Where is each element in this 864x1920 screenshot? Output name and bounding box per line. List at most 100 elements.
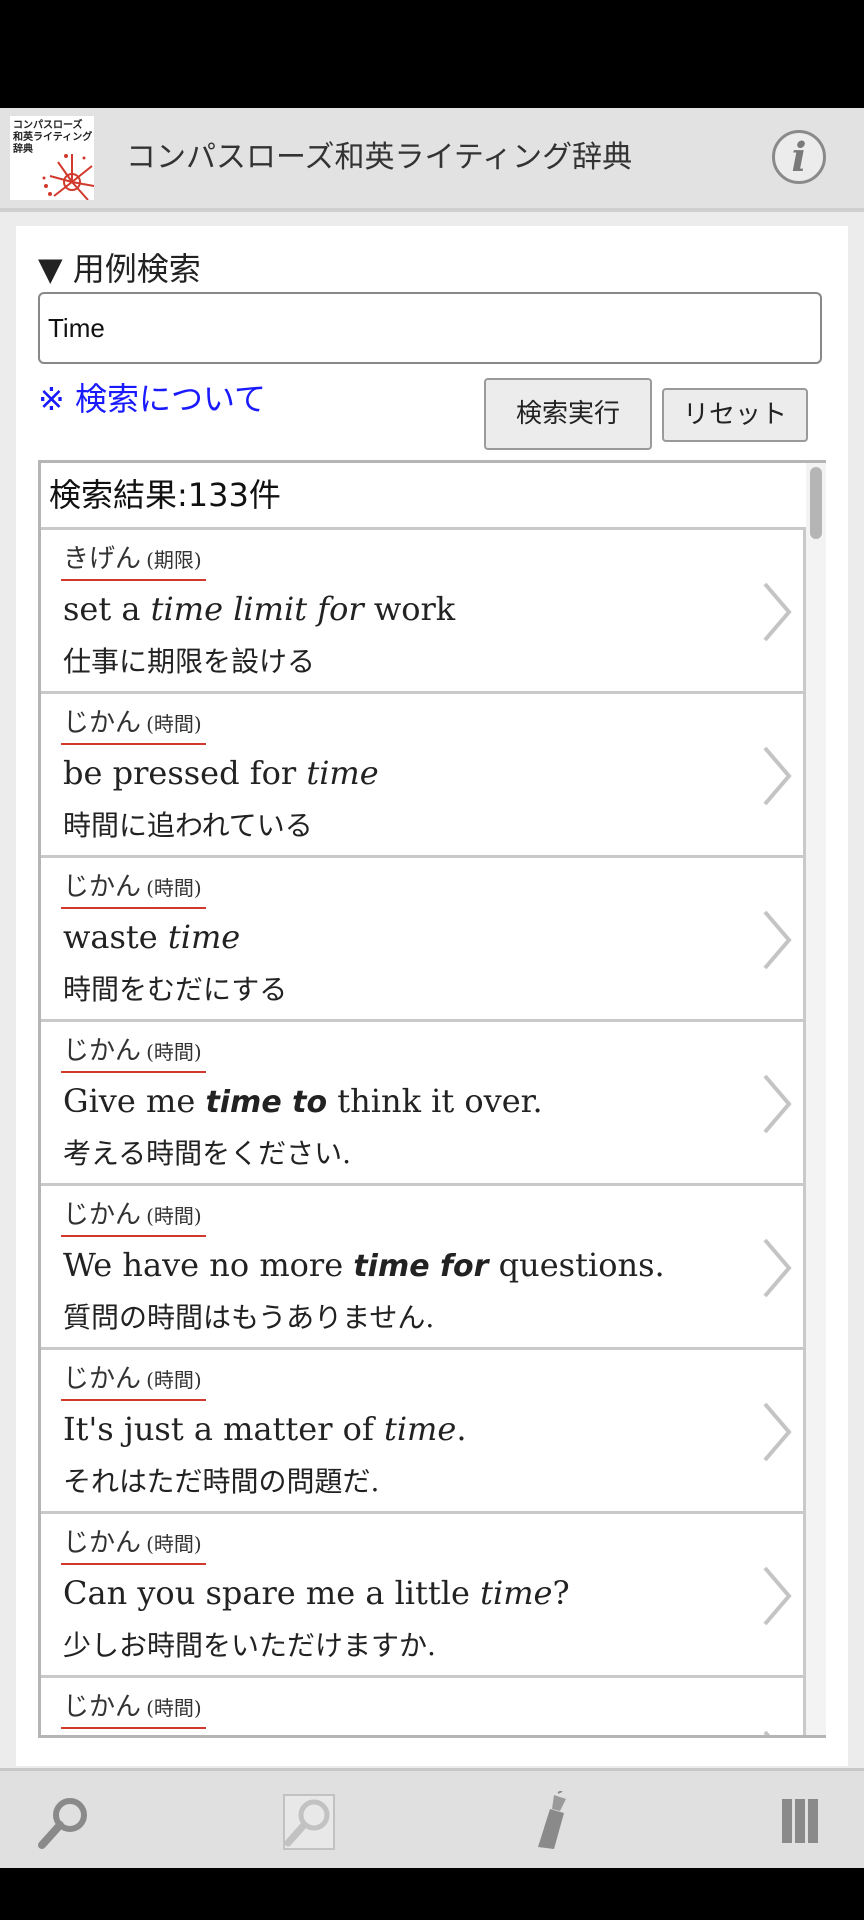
keyword-highlight: time <box>306 754 379 792</box>
section-title: ▼ 用例検索 <box>38 250 201 288</box>
item-reading: じかん (時間) <box>61 1194 206 1237</box>
result-item[interactable]: じかん (時間) be pressed for time 時間に追われている <box>41 694 806 858</box>
reading-kana: じかん <box>63 1364 142 1394</box>
example-english: Can you spare me a little time? <box>63 1574 570 1612</box>
search-icon <box>38 1798 87 1849</box>
example-text: ? <box>552 1574 570 1612</box>
result-item[interactable]: きげん (期限) set a time limit for work 仕事に期限を設… <box>41 530 806 694</box>
example-japanese: 仕事に期限を設ける <box>63 645 316 678</box>
example-text: We have no more <box>63 1246 354 1284</box>
item-reading: じかん (時間) <box>61 702 206 745</box>
result-item[interactable]: じかん (時間) Can you spare me a little time? 少… <box>41 1514 806 1678</box>
info-button[interactable]: i <box>772 130 826 184</box>
example-japanese: 時間をむだにする <box>63 973 288 1006</box>
item-reading: きげん (期限) <box>61 538 206 581</box>
item-reading: じかん (時間) <box>61 1358 206 1401</box>
reset-button[interactable]: リセット <box>662 388 808 442</box>
app-header: コンパスローズ 和英ライティング 辞典 コンパスローズ和英ライティング辞典 i <box>0 108 864 212</box>
item-reading: じかん (時間) <box>61 1522 206 1565</box>
app-logo: コンパスローズ 和英ライティング 辞典 <box>10 116 94 200</box>
result-item[interactable]: じかん (時間) waste time 時間をむだにする <box>41 858 806 1022</box>
clear-history-button[interactable] <box>524 1790 588 1855</box>
scrollbar-thumb[interactable] <box>810 467 822 539</box>
chevron-right-icon <box>763 1074 792 1134</box>
compass-rose-icon <box>42 154 94 200</box>
example-english: be pressed for time <box>63 754 379 792</box>
columns-icon <box>782 1799 818 1843</box>
example-english: set a time limit for work <box>63 590 455 628</box>
reading-kanji: (時間) <box>146 1368 202 1392</box>
reading-kana: じかん <box>63 708 142 738</box>
scrollbar[interactable] <box>806 463 826 1735</box>
search-tool-button[interactable] <box>32 1791 96 1855</box>
example-english: waste time <box>63 918 240 956</box>
status-bar <box>0 0 864 108</box>
reading-kanji: (時間) <box>146 712 202 736</box>
chevron-right-icon <box>763 582 792 642</box>
reading-kanji: (時間) <box>146 876 202 900</box>
reading-kana: じかん <box>63 1528 142 1558</box>
example-text: Can you spare me a little <box>63 1574 481 1612</box>
result-item[interactable]: じかん (時間) Give me time to think it over. 考え… <box>41 1022 806 1186</box>
eraser-icon <box>538 1790 566 1849</box>
keyword-highlight: time for <box>353 1249 489 1284</box>
reading-kanji: (期限) <box>146 548 202 572</box>
search-help-link[interactable]: ※ 検索について <box>38 374 266 420</box>
result-item[interactable]: じかん (時間) We have no more time for questio… <box>41 1186 806 1350</box>
reading-kanji: (時間) <box>146 1696 202 1720</box>
reading-kanji: (時間) <box>146 1040 202 1064</box>
chevron-right-icon <box>763 1730 771 1735</box>
search-disabled-icon <box>283 1794 335 1850</box>
keyword-highlight: time <box>383 1410 457 1448</box>
result-item[interactable]: じかん (時間) <box>41 1678 806 1735</box>
example-text: work <box>363 590 456 628</box>
bottom-toolbar <box>0 1768 864 1871</box>
results-count: 検索結果:133件 <box>41 463 806 530</box>
example-text: It's just a matter of <box>63 1410 384 1448</box>
example-text: think it over. <box>327 1082 543 1120</box>
example-text: waste <box>63 918 168 956</box>
app-title: コンパスローズ和英ライティング辞典 <box>126 140 633 175</box>
columns-button[interactable] <box>768 1791 832 1855</box>
item-reading: じかん (時間) <box>61 866 206 909</box>
chevron-right-icon <box>763 746 792 806</box>
example-japanese: 質問の時間はもうありません. <box>63 1301 435 1334</box>
reading-kana: じかん <box>63 1036 142 1066</box>
advanced-search-button[interactable] <box>276 1791 340 1855</box>
example-english: It's just a matter of time. <box>63 1410 467 1448</box>
keyword-highlight: time <box>480 1574 553 1612</box>
example-text: be pressed for <box>63 754 307 792</box>
example-english: We have no more time for questions. <box>63 1246 665 1284</box>
item-reading: じかん (時間) <box>61 1686 206 1729</box>
example-japanese: 少しお時間をいただけますか. <box>63 1629 436 1662</box>
keyword-highlight: time limit for <box>150 590 364 628</box>
example-text: set a <box>63 590 151 628</box>
chevron-right-icon <box>763 1238 792 1298</box>
reading-kanji: (時間) <box>146 1204 202 1228</box>
item-reading: じかん (時間) <box>61 1030 206 1073</box>
info-icon: i <box>791 134 807 181</box>
chevron-right-icon <box>763 1402 792 1462</box>
chevron-right-icon <box>763 910 792 970</box>
reading-kana: きげん <box>63 544 142 574</box>
results-list[interactable]: 検索結果:133件 きげん (期限) set a time limit for w… <box>38 460 826 1738</box>
example-text: . <box>456 1410 467 1448</box>
chevron-right-icon <box>763 1566 792 1626</box>
example-english: Give me time to think it over. <box>63 1082 543 1120</box>
search-button[interactable]: 検索実行 <box>484 378 652 450</box>
result-item[interactable]: じかん (時間) It's just a matter of time. それはただ… <box>41 1350 806 1514</box>
example-text: questions. <box>488 1246 665 1284</box>
reading-kana: じかん <box>63 1200 142 1230</box>
reading-kanji: (時間) <box>146 1532 202 1556</box>
keyword-highlight: time to <box>205 1085 328 1120</box>
search-input[interactable] <box>38 292 822 364</box>
keyword-highlight: time <box>167 918 241 956</box>
reading-kana: じかん <box>63 872 142 902</box>
results-items: きげん (期限) set a time limit for work 仕事に期限を設… <box>41 530 826 1735</box>
reading-kana: じかん <box>63 1692 142 1722</box>
example-japanese: 時間に追われている <box>63 809 313 842</box>
example-text: Give me <box>63 1082 206 1120</box>
system-nav-bar <box>0 1868 864 1920</box>
example-japanese: 考える時間をください. <box>63 1137 352 1170</box>
example-japanese: それはただ時間の問題だ. <box>63 1465 380 1498</box>
